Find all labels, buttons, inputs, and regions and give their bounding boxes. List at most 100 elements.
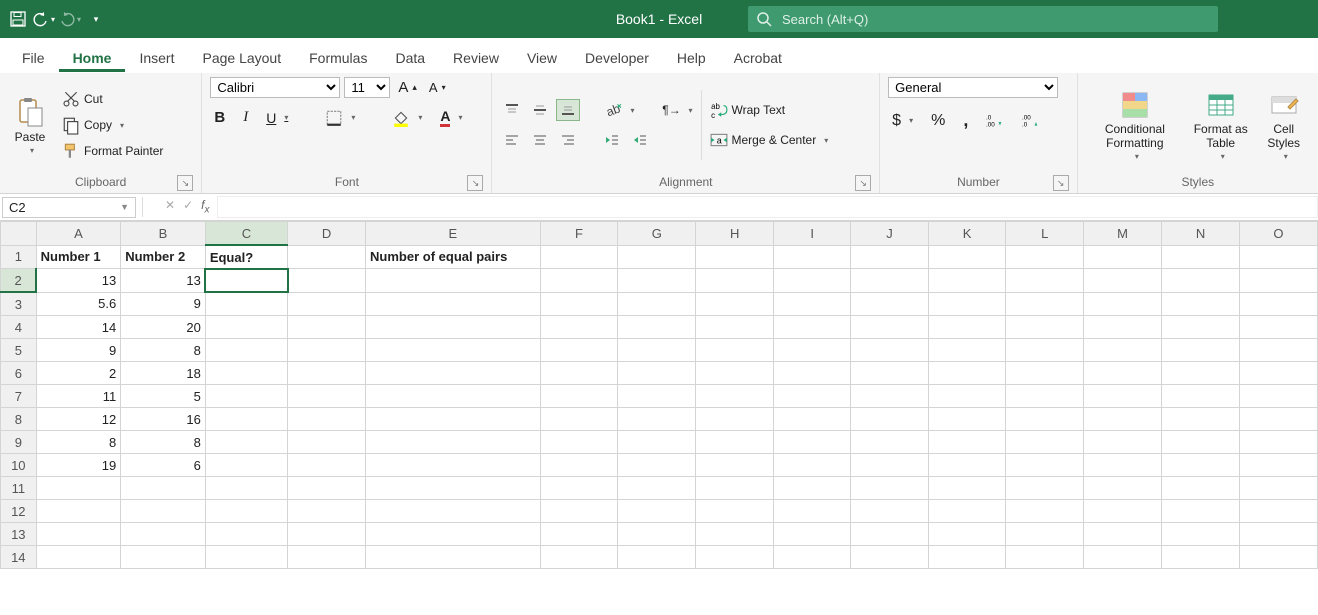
cell-F3[interactable] <box>540 292 618 316</box>
cell-B10[interactable]: 6 <box>121 454 206 477</box>
cell-G10[interactable] <box>618 454 696 477</box>
cell-G5[interactable] <box>618 339 696 362</box>
fill-color-button[interactable] <box>388 107 426 129</box>
cell-O1[interactable] <box>1239 245 1317 269</box>
row-header-10[interactable]: 10 <box>1 454 37 477</box>
cell-A5[interactable]: 9 <box>36 339 121 362</box>
cell-D2[interactable] <box>288 269 366 293</box>
cell-A14[interactable] <box>36 546 121 569</box>
cell-A8[interactable]: 12 <box>36 408 121 431</box>
cell-G2[interactable] <box>618 269 696 293</box>
cell-K14[interactable] <box>928 546 1006 569</box>
row-header-1[interactable]: 1 <box>1 245 37 269</box>
cell-N4[interactable] <box>1162 316 1240 339</box>
col-header-C[interactable]: C <box>205 222 287 246</box>
cell-F7[interactable] <box>540 385 618 408</box>
cell-B7[interactable]: 5 <box>121 385 206 408</box>
cell-M12[interactable] <box>1084 500 1162 523</box>
cell-N1[interactable] <box>1162 245 1240 269</box>
cell-C2[interactable] <box>205 269 287 293</box>
cell-C7[interactable] <box>205 385 287 408</box>
cell-N13[interactable] <box>1162 523 1240 546</box>
cell-J1[interactable] <box>851 245 928 269</box>
decrease-decimal-button[interactable]: .00.0 <box>1018 110 1044 132</box>
cell-A4[interactable]: 14 <box>36 316 121 339</box>
name-box[interactable]: C2▼ <box>2 197 136 218</box>
cell-N2[interactable] <box>1162 269 1240 293</box>
cell-B8[interactable]: 16 <box>121 408 206 431</box>
cell-I14[interactable] <box>774 546 851 569</box>
number-launcher[interactable]: ↘ <box>1053 175 1069 191</box>
copy-button[interactable]: Copy <box>58 114 167 136</box>
cell-C9[interactable] <box>205 431 287 454</box>
comma-format-button[interactable]: , <box>959 108 972 133</box>
undo-button[interactable] <box>32 7 56 31</box>
cell-B9[interactable]: 8 <box>121 431 206 454</box>
cell-B1[interactable]: Number 2 <box>121 245 206 269</box>
tab-acrobat[interactable]: Acrobat <box>720 44 796 72</box>
font-name-select[interactable]: Calibri <box>210 77 340 98</box>
cell-J2[interactable] <box>851 269 928 293</box>
cell-M6[interactable] <box>1084 362 1162 385</box>
cell-D10[interactable] <box>288 454 366 477</box>
cell-M5[interactable] <box>1084 339 1162 362</box>
cell-I3[interactable] <box>774 292 851 316</box>
cell-J13[interactable] <box>851 523 928 546</box>
cell-K6[interactable] <box>928 362 1006 385</box>
col-header-G[interactable]: G <box>618 222 696 246</box>
enter-formula-button[interactable]: ✓ <box>183 198 193 215</box>
cell-E10[interactable] <box>366 454 541 477</box>
alignment-launcher[interactable]: ↘ <box>855 175 871 191</box>
row-header-3[interactable]: 3 <box>1 292 37 316</box>
align-center-button[interactable] <box>528 129 552 151</box>
cell-M11[interactable] <box>1084 477 1162 500</box>
cell-G7[interactable] <box>618 385 696 408</box>
col-header-E[interactable]: E <box>366 222 541 246</box>
cell-D9[interactable] <box>288 431 366 454</box>
align-left-button[interactable] <box>500 129 524 151</box>
cell-B3[interactable]: 9 <box>121 292 206 316</box>
cell-K4[interactable] <box>928 316 1006 339</box>
cell-M1[interactable] <box>1084 245 1162 269</box>
cell-H12[interactable] <box>696 500 774 523</box>
cell-M3[interactable] <box>1084 292 1162 316</box>
cell-K12[interactable] <box>928 500 1006 523</box>
cell-F9[interactable] <box>540 431 618 454</box>
row-header-7[interactable]: 7 <box>1 385 37 408</box>
cell-H2[interactable] <box>696 269 774 293</box>
cell-G11[interactable] <box>618 477 696 500</box>
cell-D11[interactable] <box>288 477 366 500</box>
cell-F6[interactable] <box>540 362 618 385</box>
cell-E14[interactable] <box>366 546 541 569</box>
cell-C8[interactable] <box>205 408 287 431</box>
cell-F1[interactable] <box>540 245 618 269</box>
cell-L13[interactable] <box>1006 523 1084 546</box>
cell-F10[interactable] <box>540 454 618 477</box>
wrap-text-button[interactable]: abc Wrap Text <box>706 99 833 121</box>
cell-N6[interactable] <box>1162 362 1240 385</box>
cell-J10[interactable] <box>851 454 928 477</box>
cell-L1[interactable] <box>1006 245 1084 269</box>
cell-L10[interactable] <box>1006 454 1084 477</box>
row-header-2[interactable]: 2 <box>1 269 37 293</box>
cell-H1[interactable] <box>696 245 774 269</box>
cell-O8[interactable] <box>1239 408 1317 431</box>
cell-H14[interactable] <box>696 546 774 569</box>
cell-H4[interactable] <box>696 316 774 339</box>
cell-A11[interactable] <box>36 477 121 500</box>
cell-A13[interactable] <box>36 523 121 546</box>
cell-D3[interactable] <box>288 292 366 316</box>
decrease-font-button[interactable]: A▾ <box>425 78 450 97</box>
tab-help[interactable]: Help <box>663 44 720 72</box>
cell-F12[interactable] <box>540 500 618 523</box>
cell-O14[interactable] <box>1239 546 1317 569</box>
cell-L7[interactable] <box>1006 385 1084 408</box>
cell-H7[interactable] <box>696 385 774 408</box>
cell-I8[interactable] <box>774 408 851 431</box>
cell-M2[interactable] <box>1084 269 1162 293</box>
cell-D5[interactable] <box>288 339 366 362</box>
cell-I7[interactable] <box>774 385 851 408</box>
merge-center-button[interactable]: a Merge & Center <box>706 129 833 151</box>
cell-E12[interactable] <box>366 500 541 523</box>
cell-C1[interactable]: Equal? <box>205 245 287 269</box>
